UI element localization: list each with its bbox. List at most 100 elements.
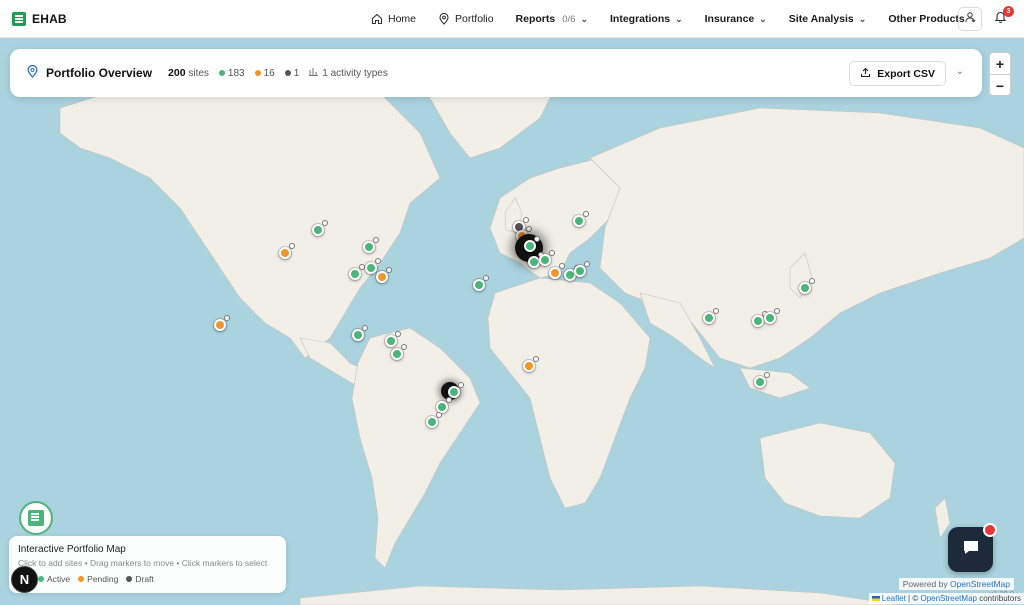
nav-other-products-label: Other Products: [888, 13, 965, 25]
site-marker[interactable]: [349, 264, 365, 280]
site-marker[interactable]: [352, 325, 368, 341]
nav-integrations[interactable]: Integrations ⌄: [599, 0, 694, 38]
powered-prefix: Powered by: [902, 579, 948, 589]
info-title: Interactive Portfolio Map: [18, 544, 126, 555]
site-marker[interactable]: [573, 211, 589, 227]
site-marker[interactable]: [549, 263, 565, 279]
world-map[interactable]: [0, 38, 1024, 605]
ehab-logo-icon: [28, 510, 44, 526]
chevron-down-icon: ⌄: [580, 13, 588, 24]
brand-name: EHAB: [32, 11, 67, 26]
user-icon: [964, 10, 976, 28]
site-marker[interactable]: [214, 315, 230, 331]
site-marker[interactable]: [473, 275, 489, 291]
site-marker[interactable]: [524, 236, 540, 252]
attrib-contributors: contributors: [979, 594, 1021, 603]
brand-logo[interactable]: EHAB: [0, 11, 67, 26]
upload-icon: [860, 67, 871, 81]
ehab-badge: [19, 501, 53, 535]
info-hint: Click to add sites • Drag markers to mov…: [18, 558, 268, 568]
nav-right: 3: [958, 0, 1024, 38]
notifications-button[interactable]: 3: [988, 6, 1014, 31]
nav-portfolio[interactable]: Portfolio: [427, 0, 505, 38]
pending-dot-icon: [254, 70, 261, 76]
zoom-in-button[interactable]: +: [990, 53, 1010, 75]
legend-pending: Pending: [78, 574, 118, 584]
draft-stat: 1: [284, 67, 300, 79]
site-marker[interactable]: [539, 250, 555, 266]
osm-link[interactable]: OpenStreetMap: [920, 594, 976, 603]
site-marker[interactable]: [376, 267, 392, 283]
sites-total: 200 sites: [168, 67, 209, 79]
site-marker[interactable]: [391, 344, 407, 360]
pending-dot-icon: [78, 576, 85, 582]
attrib-separator: | ©: [908, 594, 919, 603]
nav-home[interactable]: Home: [360, 0, 427, 38]
bar-chart-icon: [309, 67, 319, 79]
flag-icon: [871, 596, 880, 602]
zoom-controls: + −: [989, 52, 1011, 96]
site-marker[interactable]: [764, 308, 780, 324]
export-label: Export CSV: [877, 67, 935, 80]
site-marker[interactable]: [754, 372, 770, 388]
legend-active-label: Active: [47, 574, 71, 584]
sites-count: 200: [168, 67, 186, 79]
site-marker[interactable]: [703, 308, 719, 324]
draft-dot-icon: [126, 576, 133, 582]
nav-insurance[interactable]: Insurance ⌄: [694, 0, 778, 38]
nav-site-analysis[interactable]: Site Analysis ⌄: [778, 0, 878, 38]
site-marker[interactable]: [752, 311, 768, 327]
site-marker[interactable]: [385, 331, 401, 347]
map-pin-icon: [26, 64, 39, 81]
ehab-logo-icon: [12, 11, 26, 26]
chevron-down-icon[interactable]: ⌄: [956, 66, 964, 77]
pending-count: 16: [263, 67, 275, 79]
nav-integrations-label: Integrations: [610, 13, 671, 25]
site-marker[interactable]: [312, 220, 328, 236]
draft-count: 1: [293, 67, 300, 79]
map-tiles: [0, 38, 1024, 605]
home-icon: [371, 13, 383, 25]
activity-types-stat: 1 activity types: [309, 67, 388, 79]
leaflet-link[interactable]: Leaflet: [882, 594, 906, 603]
active-count: 183: [227, 67, 245, 79]
chat-launcher-button[interactable]: [948, 523, 997, 572]
map-pin-icon: [438, 13, 450, 25]
legend-draft: Draft: [126, 574, 154, 584]
chevron-down-icon: ⌄: [858, 13, 867, 24]
portfolio-overview-panel: Portfolio Overview 200 sites 183 16 1 1 …: [10, 49, 982, 97]
site-marker[interactable]: [365, 258, 381, 274]
reports-count: 0/6: [562, 13, 576, 25]
draft-dot-icon: [284, 70, 291, 76]
overview-title-group: Portfolio Overview: [26, 64, 153, 81]
chat-bubble-icon: [961, 537, 981, 562]
site-marker[interactable]: [574, 261, 590, 277]
site-marker[interactable]: [363, 237, 379, 253]
nav-home-label: Home: [388, 13, 417, 25]
top-navbar: EHAB Home Portfolio Reports 0/6 ⌄ Integr…: [0, 0, 1024, 38]
legend-draft-label: Draft: [135, 574, 154, 584]
user-menu-button[interactable]: [958, 7, 982, 31]
active-dot-icon: [38, 576, 44, 582]
site-marker[interactable]: [426, 412, 442, 428]
site-marker[interactable]: [279, 243, 295, 259]
nav-reports[interactable]: Reports 0/6 ⌄: [505, 0, 599, 38]
legend-active: Active: [38, 574, 70, 584]
chat-unread-dot: [983, 523, 997, 537]
nextjs-badge[interactable]: N: [11, 566, 38, 593]
sites-label: sites: [188, 67, 209, 79]
notifications-badge: 3: [1003, 6, 1014, 17]
map-attribution: Leaflet | © OpenStreetMap contributors: [868, 593, 1024, 604]
main-nav: Home Portfolio Reports 0/6 ⌄ Integration…: [360, 0, 988, 38]
site-marker[interactable]: [799, 278, 815, 294]
zoom-out-button[interactable]: −: [990, 75, 1010, 97]
overview-title: Portfolio Overview: [46, 66, 153, 80]
map-legend: Active Pending Draft: [18, 574, 277, 584]
site-marker[interactable]: [523, 356, 539, 372]
powered-link[interactable]: OpenStreetMap: [950, 579, 1010, 589]
powered-by: Powered by OpenStreetMap: [898, 578, 1014, 590]
chevron-down-icon: ⌄: [759, 13, 767, 24]
map-info-card: Interactive Portfolio Map Click to add s…: [9, 536, 286, 593]
active-stat: 183: [218, 67, 245, 79]
export-csv-button[interactable]: Export CSV: [849, 61, 946, 86]
